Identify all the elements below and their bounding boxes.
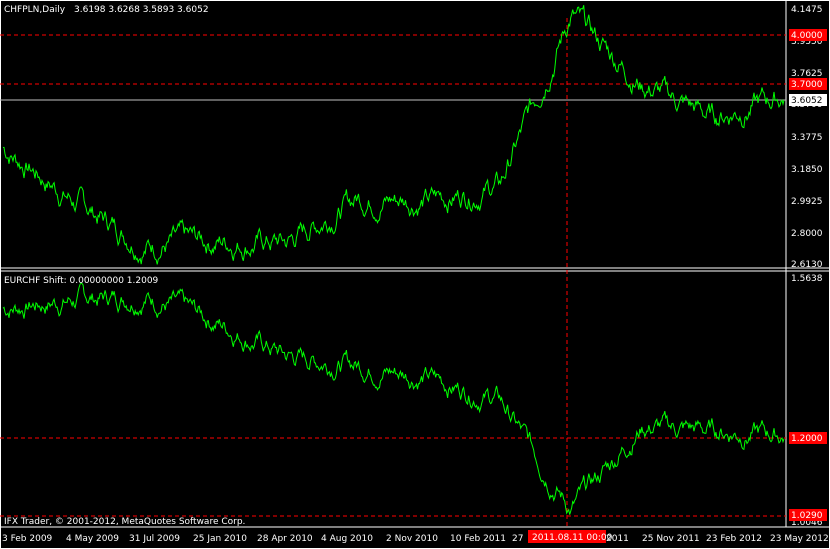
x-axis-label: 4 May 2009 <box>66 534 119 544</box>
time-axis: 3 Feb 2009 4 May 2009 31 Jul 2009 25 Jan 20… <box>2 534 829 544</box>
level-label-1.029: 1.0290 <box>791 511 823 521</box>
top-price-axis: 4.14753.95503.76253.57003.37753.18502.99… <box>791 5 823 270</box>
x-axis-label: 23 Feb 2012 <box>706 534 762 544</box>
bottom-y-tick-label: 1.5638 <box>791 274 823 284</box>
x-axis-label: 4 Aug 2010 <box>321 534 373 544</box>
top-panel-symbol: CHFPLN,Daily <box>4 5 66 15</box>
top-y-tick-label: 3.1850 <box>791 165 823 175</box>
top-y-tick-label: 3.7625 <box>791 69 823 79</box>
level-label-3.7: 3.7000 <box>791 80 823 90</box>
x-axis-label: 25 Jan 2010 <box>193 534 247 544</box>
bottom-price-axis: 1.56381.0046 <box>791 274 823 528</box>
x-axis-label: 28 Apr 2010 <box>257 534 313 544</box>
level-label-1.2: 1.2000 <box>791 434 823 444</box>
top-y-tick-label: 3.3775 <box>791 133 823 143</box>
x-axis-label: 27 <box>512 534 523 544</box>
copyright-text: IFX Trader, © 2001-2012, MetaQuotes Soft… <box>4 517 245 527</box>
x-axis-label: 10 Feb 2011 <box>450 534 506 544</box>
top-y-tick-label: 2.9925 <box>791 197 823 207</box>
x-axis-label: 23 May 2012 <box>770 534 829 544</box>
top-y-tick-label: 2.8000 <box>791 229 823 239</box>
chart-border <box>0 0 830 549</box>
top-y-tick-label: 4.1475 <box>791 5 823 15</box>
current-price-label: 3.6052 <box>791 96 823 106</box>
x-axis-label: 31 Jul 2009 <box>129 534 180 544</box>
x-axis-label: 25 Nov 2011 <box>642 534 700 544</box>
x-axis-label: 3 Feb 2009 <box>2 534 53 544</box>
level-label-4: 4.0000 <box>791 31 823 41</box>
x-axis-label: 2 Nov 2010 <box>386 534 438 544</box>
chfpln-price-line <box>2 5 785 265</box>
trading-chart[interactable]: CHFPLN,Daily 3.6198 3.6268 3.5893 3.6052… <box>0 0 830 549</box>
top-y-tick-label: 2.6130 <box>791 260 823 270</box>
crosshair-date-label: 2011.08.11 00:00 <box>532 533 613 543</box>
bottom-panel-title: EURCHF Shift: 0.00000000 1.2009 <box>4 276 159 286</box>
eurchf-price-line <box>2 282 785 515</box>
top-panel-ohlc: 3.6198 3.6268 3.5893 3.6052 <box>74 5 209 15</box>
